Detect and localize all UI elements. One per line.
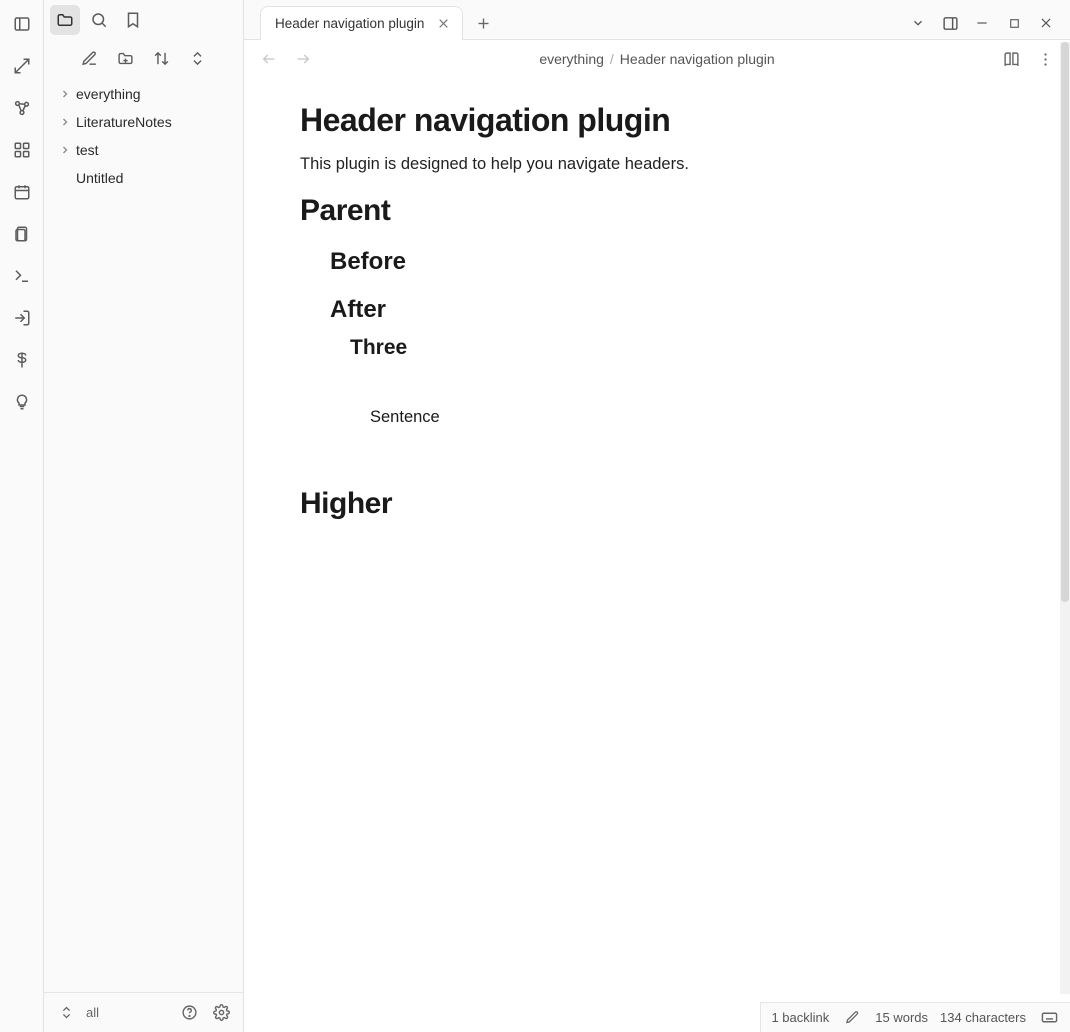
graph-icon[interactable] bbox=[8, 94, 36, 122]
chevron-right-icon bbox=[58, 87, 72, 101]
quick-switcher-icon[interactable] bbox=[8, 52, 36, 80]
lightbulb-icon[interactable] bbox=[8, 388, 36, 416]
window-maximize-icon[interactable] bbox=[998, 9, 1030, 37]
settings-icon[interactable] bbox=[209, 1001, 233, 1025]
sidebar-footer: all bbox=[44, 992, 243, 1032]
file-tree: everything LiteratureNotes test Untitled bbox=[44, 76, 243, 992]
breadcrumb[interactable]: everything / Header navigation plugin bbox=[539, 51, 774, 67]
reading-mode-icon[interactable] bbox=[998, 46, 1024, 72]
tab-active[interactable]: Header navigation plugin bbox=[260, 6, 463, 40]
vault-name: all bbox=[86, 1005, 99, 1020]
vault-switch-icon[interactable] bbox=[54, 1001, 78, 1025]
tree-label: everything bbox=[76, 86, 141, 102]
tree-label: LiteratureNotes bbox=[76, 114, 172, 130]
tree-folder[interactable]: test bbox=[48, 136, 239, 164]
help-icon[interactable] bbox=[177, 1001, 201, 1025]
command-palette-icon[interactable] bbox=[8, 262, 36, 290]
breadcrumb-folder[interactable]: everything bbox=[539, 51, 604, 67]
chevron-right-icon bbox=[58, 115, 72, 129]
search-tab-icon[interactable] bbox=[84, 5, 114, 35]
paragraph[interactable]: Sentence bbox=[370, 408, 964, 427]
nav-back-icon[interactable] bbox=[256, 46, 282, 72]
new-folder-icon[interactable] bbox=[114, 46, 138, 70]
files-tab-icon[interactable] bbox=[50, 5, 80, 35]
tab-title: Header navigation plugin bbox=[275, 16, 424, 31]
sort-icon[interactable] bbox=[150, 46, 174, 70]
heading-2[interactable]: After bbox=[330, 296, 964, 324]
chevron-right-icon bbox=[58, 143, 72, 157]
editor[interactable]: Header navigation plugin This plugin is … bbox=[244, 78, 1070, 1032]
sidebar-tabs bbox=[44, 0, 243, 40]
keyboard-icon[interactable] bbox=[1038, 1007, 1060, 1029]
canvas-icon[interactable] bbox=[8, 136, 36, 164]
tree-folder[interactable]: everything bbox=[48, 80, 239, 108]
breadcrumb-sep: / bbox=[610, 51, 614, 67]
view-header: everything / Header navigation plugin bbox=[244, 40, 1070, 78]
status-backlinks[interactable]: 1 backlink bbox=[771, 1010, 829, 1025]
close-tab-icon[interactable] bbox=[434, 15, 452, 33]
paragraph[interactable]: This plugin is designed to help you navi… bbox=[300, 155, 964, 174]
window-close-icon[interactable] bbox=[1030, 9, 1062, 37]
tab-bar: Header navigation plugin bbox=[244, 0, 1070, 40]
tree-folder[interactable]: LiteratureNotes bbox=[48, 108, 239, 136]
breadcrumb-file[interactable]: Header navigation plugin bbox=[620, 51, 775, 67]
heading-2[interactable]: Before bbox=[330, 248, 964, 276]
status-charcount[interactable]: 134 characters bbox=[940, 1010, 1026, 1025]
heading-1[interactable]: Higher bbox=[300, 487, 964, 521]
window-minimize-icon[interactable] bbox=[966, 9, 998, 37]
bookmarks-tab-icon[interactable] bbox=[118, 5, 148, 35]
sidebar-toolbar bbox=[44, 40, 243, 76]
collapse-icon[interactable] bbox=[186, 46, 210, 70]
new-note-icon[interactable] bbox=[78, 46, 102, 70]
sidebar: everything LiteratureNotes test Untitled… bbox=[44, 0, 244, 1032]
templates-icon[interactable] bbox=[8, 220, 36, 248]
status-wordcount[interactable]: 15 words bbox=[875, 1010, 928, 1025]
tree-label: Untitled bbox=[76, 170, 123, 186]
heading-3[interactable]: Three bbox=[350, 336, 964, 360]
note-title[interactable]: Header navigation plugin bbox=[300, 102, 964, 139]
scrollbar-thumb[interactable] bbox=[1061, 42, 1069, 602]
edit-status-icon[interactable] bbox=[841, 1007, 863, 1029]
more-options-icon[interactable] bbox=[1032, 46, 1058, 72]
ribbon bbox=[0, 0, 44, 1032]
main: Header navigation plugin bbox=[244, 0, 1070, 1032]
dollar-icon[interactable] bbox=[8, 346, 36, 374]
heading-1[interactable]: Parent bbox=[300, 194, 964, 228]
tree-label: test bbox=[76, 142, 99, 158]
tree-file[interactable]: Untitled bbox=[48, 164, 239, 192]
daily-note-icon[interactable] bbox=[8, 178, 36, 206]
toggle-right-sidebar-icon[interactable] bbox=[934, 9, 966, 37]
import-icon[interactable] bbox=[8, 304, 36, 332]
tab-dropdown-icon[interactable] bbox=[902, 9, 934, 37]
new-tab-icon[interactable] bbox=[469, 9, 497, 37]
status-bar: 1 backlink 15 words 134 characters bbox=[760, 1002, 1070, 1032]
nav-forward-icon[interactable] bbox=[290, 46, 316, 72]
toggle-left-sidebar-icon[interactable] bbox=[8, 10, 36, 38]
